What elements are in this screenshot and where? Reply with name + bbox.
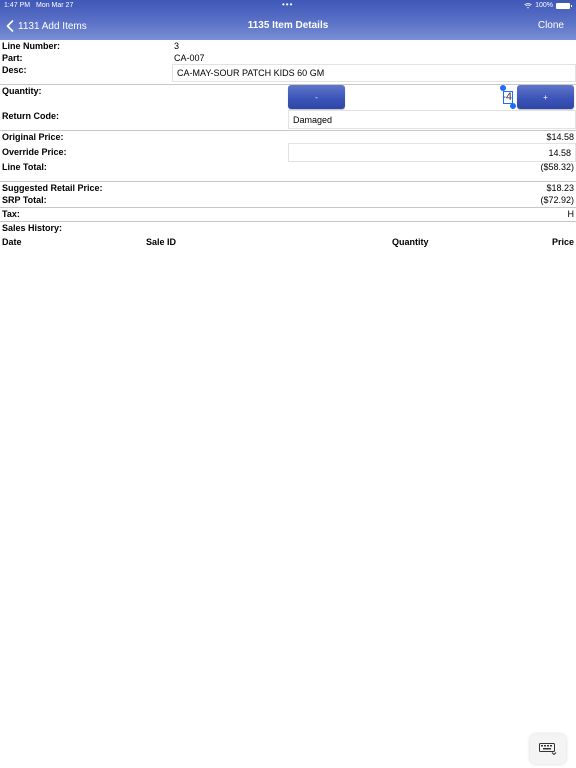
srp-total-label: SRP Total: [2, 195, 47, 205]
part-value: CA-007 [174, 53, 205, 63]
return-code-label: Return Code: [2, 111, 59, 121]
status-time: 1:47 PM [4, 2, 31, 9]
override-price-value: 14.58 [548, 147, 571, 158]
multitasking-dots[interactable]: ••• [282, 0, 293, 10]
srp-total-value: ($72.92) [540, 195, 574, 205]
selection-handle-end[interactable] [510, 103, 516, 109]
desc-label: Desc: [2, 65, 27, 75]
tax-label: Tax: [2, 209, 20, 219]
divider [0, 221, 576, 222]
battery-percent: 100% [535, 2, 553, 9]
wifi-icon [524, 3, 532, 9]
srp-value: $18.23 [546, 183, 574, 193]
battery-icon [556, 3, 572, 9]
column-header-sale-id: Sale ID [146, 237, 177, 247]
status-bar: 1:47 PM Mon Mar 27 ••• 100% [0, 0, 576, 10]
desc-value: CA-MAY-SOUR PATCH KIDS 60 GM [177, 68, 325, 78]
return-code-select[interactable]: Damaged [288, 110, 576, 129]
column-header-price: Price [551, 237, 574, 247]
keyboard-icon [539, 743, 557, 755]
decrement-button[interactable]: - [288, 85, 345, 109]
part-label: Part: [2, 53, 23, 63]
tax-value: H [567, 209, 575, 219]
line-number-value: 3 [174, 41, 180, 51]
clone-button[interactable]: Clone [538, 20, 564, 31]
status-right: 100% [524, 1, 572, 11]
divider [0, 181, 576, 182]
increment-button[interactable]: + [517, 85, 574, 109]
column-header-quantity: Quantity [392, 237, 429, 247]
column-header-date: Date [2, 237, 22, 247]
srp-label: Suggested Retail Price: [2, 183, 103, 193]
line-number-label: Line Number: [2, 41, 61, 51]
divider [0, 130, 576, 131]
navigation-bar: 1:47 PM Mon Mar 27 ••• 100% 1131 Add Ite… [0, 0, 576, 40]
line-total-value: ($58.32) [540, 162, 574, 172]
return-code-value: Damaged [293, 114, 333, 125]
sales-history-title: Sales History: [2, 223, 63, 233]
original-price-value: $14.58 [546, 132, 574, 142]
selection-handle-start[interactable] [500, 85, 506, 91]
divider [0, 207, 576, 208]
override-price-input[interactable]: 14.58 [288, 143, 576, 162]
quantity-label: Quantity: [2, 86, 42, 96]
keyboard-toggle-button[interactable] [530, 734, 566, 764]
override-price-label: Override Price: [2, 147, 67, 157]
desc-field[interactable]: CA-MAY-SOUR PATCH KIDS 60 GM [172, 64, 576, 82]
quantity-input[interactable]: -4 [346, 86, 516, 108]
status-date: Mon Mar 27 [36, 2, 74, 9]
line-total-label: Line Total: [2, 162, 47, 172]
original-price-label: Original Price: [2, 132, 64, 142]
page-title: 1135 Item Details [247, 20, 329, 31]
